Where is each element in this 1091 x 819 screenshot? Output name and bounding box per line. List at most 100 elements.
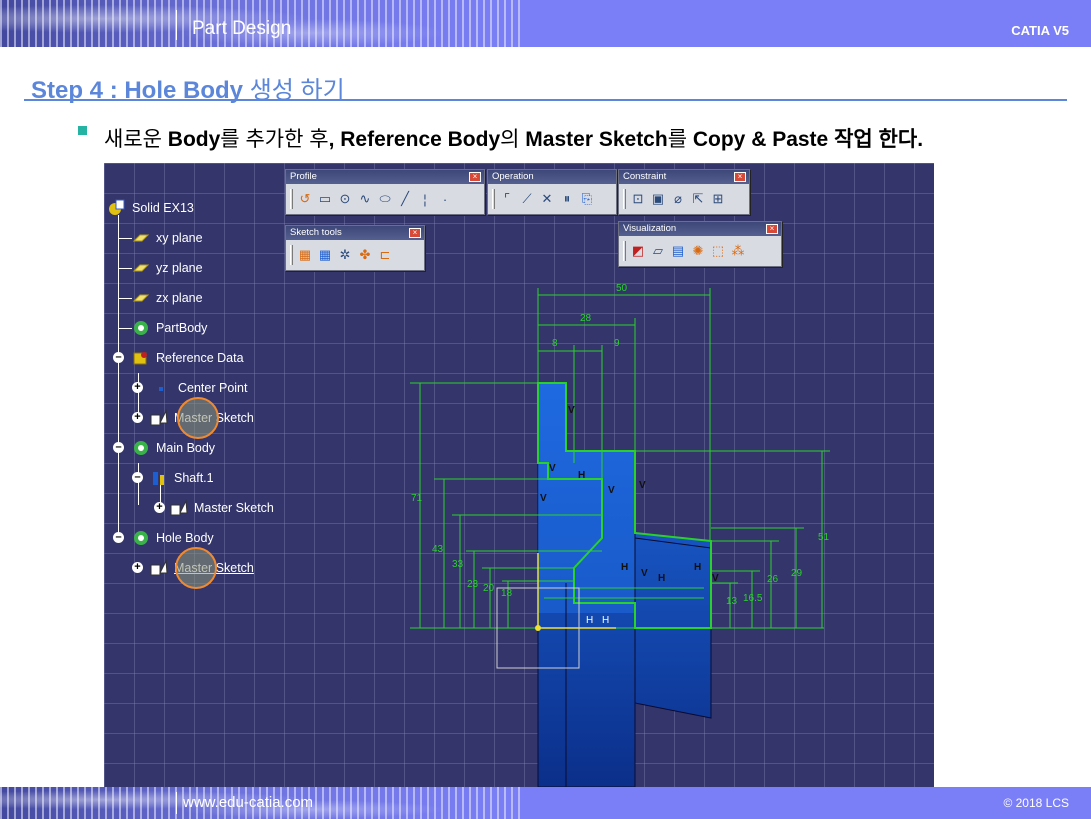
dim-label: 51 [818, 532, 830, 543]
constraint-h: H [621, 562, 628, 573]
dim-label: 13 [726, 596, 738, 607]
contact-constraint-icon[interactable]: ⌀ [670, 190, 686, 208]
point-icon[interactable]: · [437, 190, 453, 208]
tree-item-main-body[interactable]: Main Body [132, 437, 215, 459]
constraint-v: V [540, 493, 547, 504]
geometric-constraints-icon[interactable]: ✤ [357, 246, 373, 264]
toolbar-title: Constraint [623, 171, 667, 182]
close-icon[interactable]: × [469, 172, 481, 182]
line-icon[interactable]: ╱ [397, 190, 413, 208]
construction-element-icon[interactable]: ✲ [337, 246, 353, 264]
close-icon[interactable]: × [766, 224, 778, 234]
dim-label: 8 [552, 338, 558, 349]
toolbar-constraint[interactable]: Constraint × ⊡ ▣ ⌀ ⇱ ⊞ [618, 169, 750, 215]
toolbar-title: Profile [290, 171, 317, 182]
constraint-h: H [602, 615, 609, 626]
toolbar-visualization[interactable]: Visualization × ◩ ▱ ▤ ✺ ⬚ ⁂ [618, 221, 782, 267]
toolbar-title: Operation [492, 171, 534, 182]
mirror-icon[interactable]: ⏸ [559, 190, 575, 208]
tree-item-center-point[interactable]: Center Point [154, 377, 247, 399]
collapse-icon[interactable]: – [113, 442, 124, 453]
trim-icon[interactable]: ✕ [539, 190, 555, 208]
cut-part-by-sketch-plane-icon[interactable]: ◩ [630, 242, 646, 260]
toolbar-operation[interactable]: Operation ⌜ ⟋ ✕ ⏸ ⎘ [487, 169, 617, 215]
sketch-icon [150, 559, 168, 576]
footer-band: www.edu-catia.com © 2018 LCS [0, 787, 1091, 819]
constraint-v: V [608, 485, 615, 496]
plane-icon [132, 294, 150, 302]
footer-copyright: © 2018 LCS [1003, 796, 1069, 810]
collapse-icon[interactable]: – [132, 472, 143, 483]
collapse-icon[interactable]: – [113, 352, 124, 363]
tree-item-shaft[interactable]: Shaft.1 [150, 467, 214, 489]
grid-icon[interactable]: ▦ [297, 246, 313, 264]
constraint-h: H [658, 573, 665, 584]
toolbar-profile[interactable]: Profile × ↺ ▭ ⊙ ∿ ⬭ ╱ ¦ · [285, 169, 485, 215]
plane-icon [132, 234, 150, 242]
fix-together-icon[interactable]: ⇱ [690, 190, 706, 208]
axis-icon[interactable]: ¦ [417, 190, 433, 208]
plane-icon [132, 264, 150, 272]
project-icon[interactable]: ⎘ [579, 190, 595, 208]
diagnostics-icon[interactable]: ✺ [690, 242, 706, 260]
spline-icon[interactable]: ∿ [357, 190, 373, 208]
tree-item-partbody[interactable]: PartBody [132, 317, 207, 339]
body-icon [134, 321, 148, 335]
dimensions-visibility-icon[interactable]: ⬚ [710, 242, 726, 260]
point-icon [159, 387, 163, 391]
dim-label: 71 [411, 493, 423, 504]
header-divider [176, 10, 177, 40]
geometric-visibility-icon[interactable]: ⁂ [730, 242, 746, 260]
dim-label: 29 [791, 568, 803, 579]
close-icon[interactable]: × [409, 228, 421, 238]
constraint-h: H [578, 470, 585, 481]
footer-website: www.edu-catia.com [183, 794, 314, 811]
bullet-segment: 새로운 [104, 128, 168, 151]
sketch-icon [150, 409, 168, 426]
tree-item-master-sketch-2[interactable]: Master Sketch [170, 497, 274, 519]
slide: Part Design CATIA V5 Step 4 : Hole Body … [0, 0, 1091, 819]
expand-icon[interactable]: + [132, 562, 143, 573]
expand-icon[interactable]: + [132, 382, 143, 393]
dim-label: 43 [432, 544, 444, 555]
edit-multi-constraint-icon[interactable]: ⊞ [710, 190, 726, 208]
corner-icon[interactable]: ⌜ [499, 190, 515, 208]
ellipse-icon[interactable]: ⬭ [377, 190, 393, 208]
constraint-icon[interactable]: ▣ [650, 190, 666, 208]
collapse-icon[interactable]: – [113, 532, 124, 543]
view-mode-icon[interactable]: ▤ [670, 242, 686, 260]
toolbar-title: Visualization [623, 223, 677, 234]
render-style-icon[interactable]: ▱ [650, 242, 666, 260]
part-hole-body [538, 383, 635, 613]
constraint-h: H [694, 562, 701, 573]
tree-item-hole-body[interactable]: Hole Body [132, 527, 214, 549]
toolbar-sketch-tools[interactable]: Sketch tools × ▦ ▦ ✲ ✤ ⊏ [285, 225, 425, 271]
shaft-icon [153, 472, 164, 485]
tree-item-xy-plane[interactable]: xy plane [132, 227, 203, 249]
rectangle-icon[interactable]: ▭ [317, 190, 333, 208]
body-icon [134, 531, 148, 545]
tree-item-zx-plane[interactable]: zx plane [132, 287, 203, 309]
bullet-segment: 를 추가한 후 [220, 128, 329, 151]
profile-icon[interactable]: ↺ [297, 190, 313, 208]
tree-item-yz-plane[interactable]: yz plane [132, 257, 203, 279]
expand-icon[interactable]: + [154, 502, 165, 513]
geometrical-set-icon [133, 352, 147, 365]
catia-viewport[interactable]: 50 28 8 9 71 43 33 23 20 18 51 29 26 16.… [104, 163, 934, 787]
expand-icon[interactable]: + [132, 412, 143, 423]
constraint-dialog-icon[interactable]: ⊡ [630, 190, 646, 208]
sketch-icon [170, 499, 188, 516]
footer-divider [176, 792, 177, 814]
tree-root[interactable]: Solid EX13 [108, 197, 194, 219]
dim-label: 28 [580, 313, 592, 324]
dim-label: 9 [614, 338, 620, 349]
body-icon [134, 441, 148, 455]
dim-label: 50 [616, 283, 628, 294]
chamfer-icon[interactable]: ⟋ [519, 190, 535, 208]
close-icon[interactable]: × [734, 172, 746, 182]
dimensional-constraints-icon[interactable]: ⊏ [377, 246, 393, 264]
highlight-circle [177, 397, 219, 439]
tree-item-reference-data[interactable]: Reference Data [132, 347, 244, 369]
snap-to-point-icon[interactable]: ▦ [317, 246, 333, 264]
circle-icon[interactable]: ⊙ [337, 190, 353, 208]
